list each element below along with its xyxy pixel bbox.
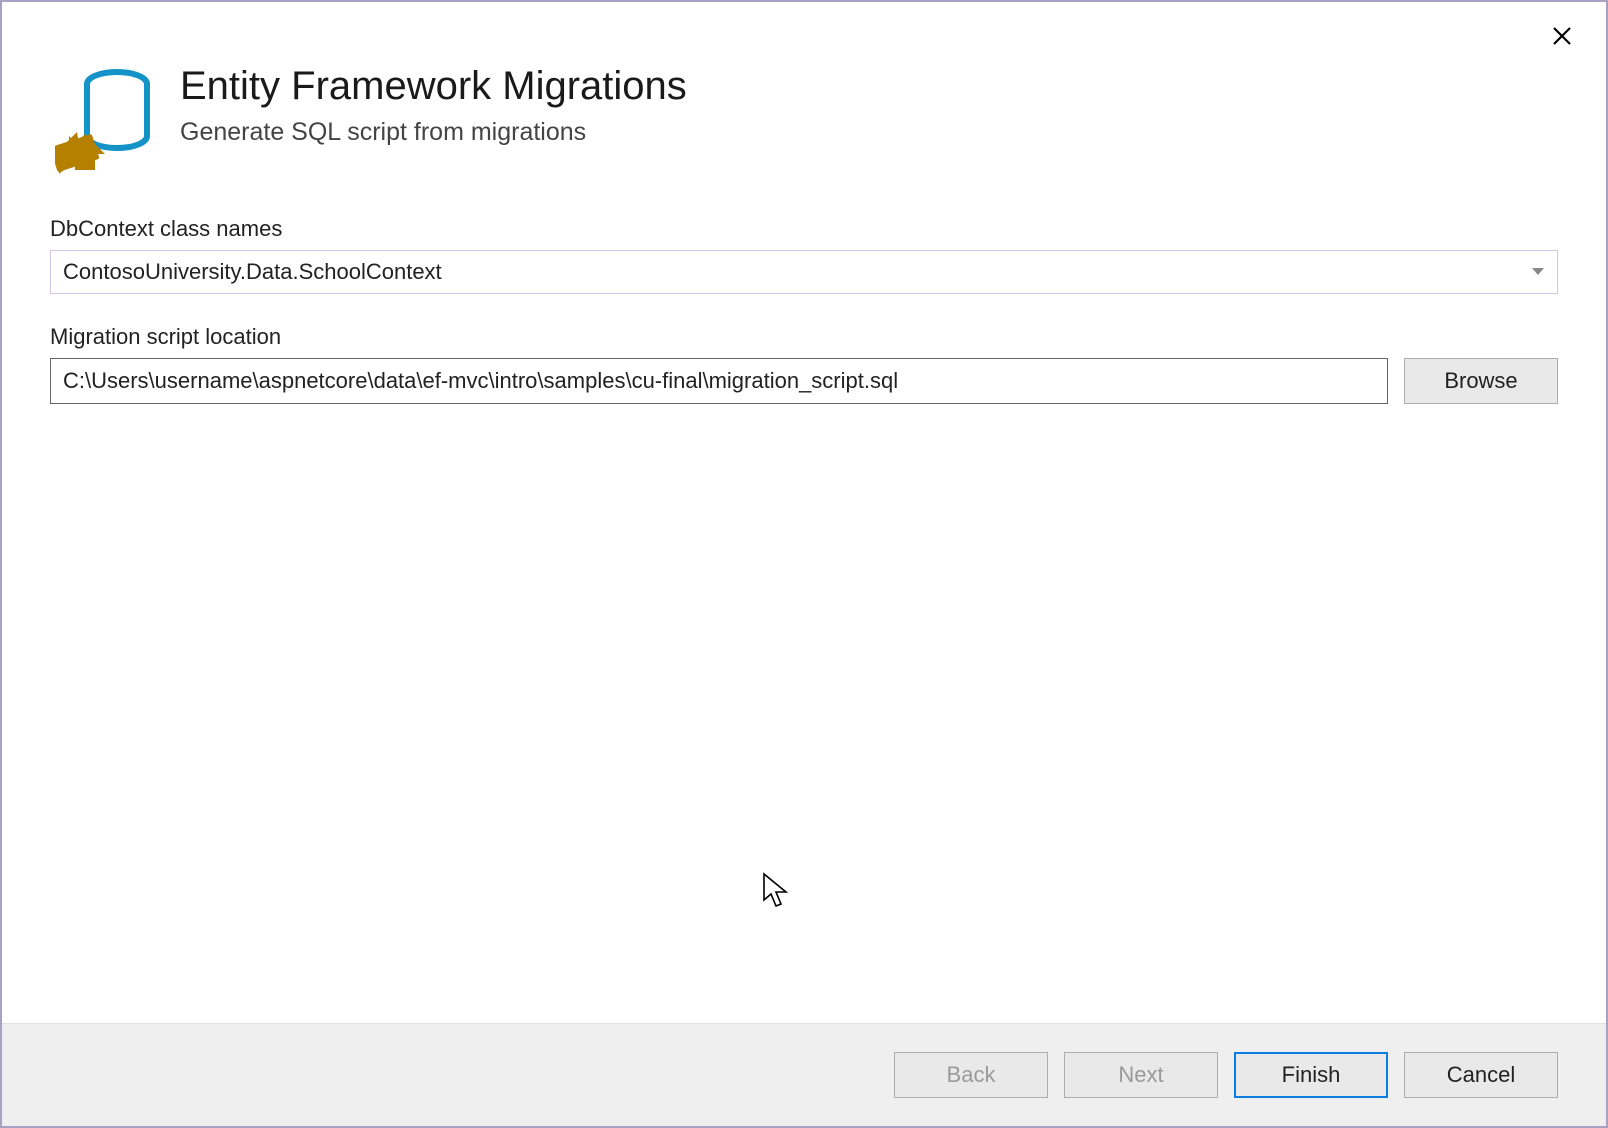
location-field-group: Migration script location Browse	[50, 324, 1558, 404]
migrations-dialog: Entity Framework Migrations Generate SQL…	[0, 0, 1608, 1128]
header-titles: Entity Framework Migrations Generate SQL…	[160, 62, 1558, 147]
finish-button[interactable]: Finish	[1234, 1052, 1388, 1098]
header-icon-area	[50, 62, 160, 176]
dbcontext-select-value: ContosoUniversity.Data.SchoolContext	[50, 250, 1558, 294]
cancel-button[interactable]: Cancel	[1404, 1052, 1558, 1098]
dialog-content: DbContext class names ContosoUniversity.…	[2, 206, 1606, 1023]
close-button[interactable]	[1546, 20, 1578, 52]
dbcontext-label: DbContext class names	[50, 216, 1558, 242]
back-button[interactable]: Back	[894, 1052, 1048, 1098]
location-row: Browse	[50, 358, 1558, 404]
dbcontext-field-group: DbContext class names ContosoUniversity.…	[50, 216, 1558, 294]
database-migrations-icon	[55, 66, 155, 176]
dialog-title: Entity Framework Migrations	[180, 62, 1558, 110]
location-input[interactable]	[50, 358, 1388, 404]
dialog-footer: Back Next Finish Cancel	[2, 1023, 1606, 1126]
location-label: Migration script location	[50, 324, 1558, 350]
close-icon	[1552, 26, 1572, 46]
dbcontext-select[interactable]: ContosoUniversity.Data.SchoolContext	[50, 250, 1558, 294]
next-button[interactable]: Next	[1064, 1052, 1218, 1098]
dialog-subtitle: Generate SQL script from migrations	[180, 118, 1558, 147]
dialog-header: Entity Framework Migrations Generate SQL…	[2, 2, 1606, 206]
browse-button[interactable]: Browse	[1404, 358, 1558, 404]
